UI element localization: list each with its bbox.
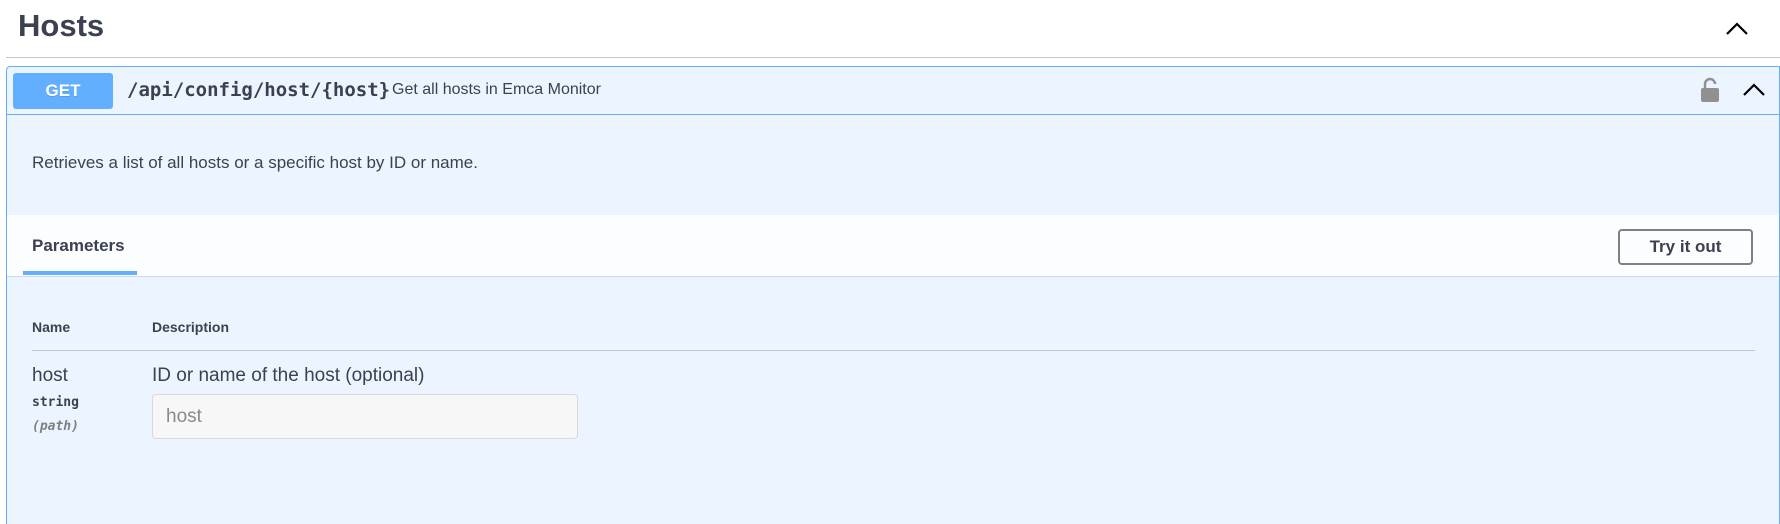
table-divider [32,350,1755,351]
parameter-name: host [32,365,68,386]
operation-path: /api/config/host/{host} [127,79,391,101]
column-header-name: Name [32,319,71,335]
column-header-description: Description [152,319,230,335]
parameters-header: Parameters Try it out [7,215,1779,277]
try-it-out-button[interactable]: Try it out [1618,229,1753,265]
host-parameter-input[interactable] [152,394,578,439]
operation-summary[interactable]: GET /api/config/host/{host} Get all host… [7,67,1779,115]
operation-description: Retrieves a list of all hosts or a speci… [32,153,478,172]
tag-section-header[interactable]: Hosts [6,0,1780,58]
operation-block: GET /api/config/host/{host} Get all host… [6,66,1780,524]
parameter-description: ID or name of the host (optional) [152,365,425,386]
parameter-type: string [32,395,79,410]
tag-title: Hosts [18,8,105,43]
parameter-location: (path) [32,419,79,434]
operation-summary-text: Get all hosts in Emca Monitor [392,81,601,98]
chevron-up-icon[interactable] [1722,14,1752,44]
tab-parameters[interactable]: Parameters [23,215,137,277]
lock-icon[interactable] [1699,77,1721,103]
method-badge: GET [13,73,113,109]
tab-active-indicator [23,271,137,275]
chevron-up-icon[interactable] [1741,77,1767,103]
tab-parameters-label: Parameters [32,236,125,255]
